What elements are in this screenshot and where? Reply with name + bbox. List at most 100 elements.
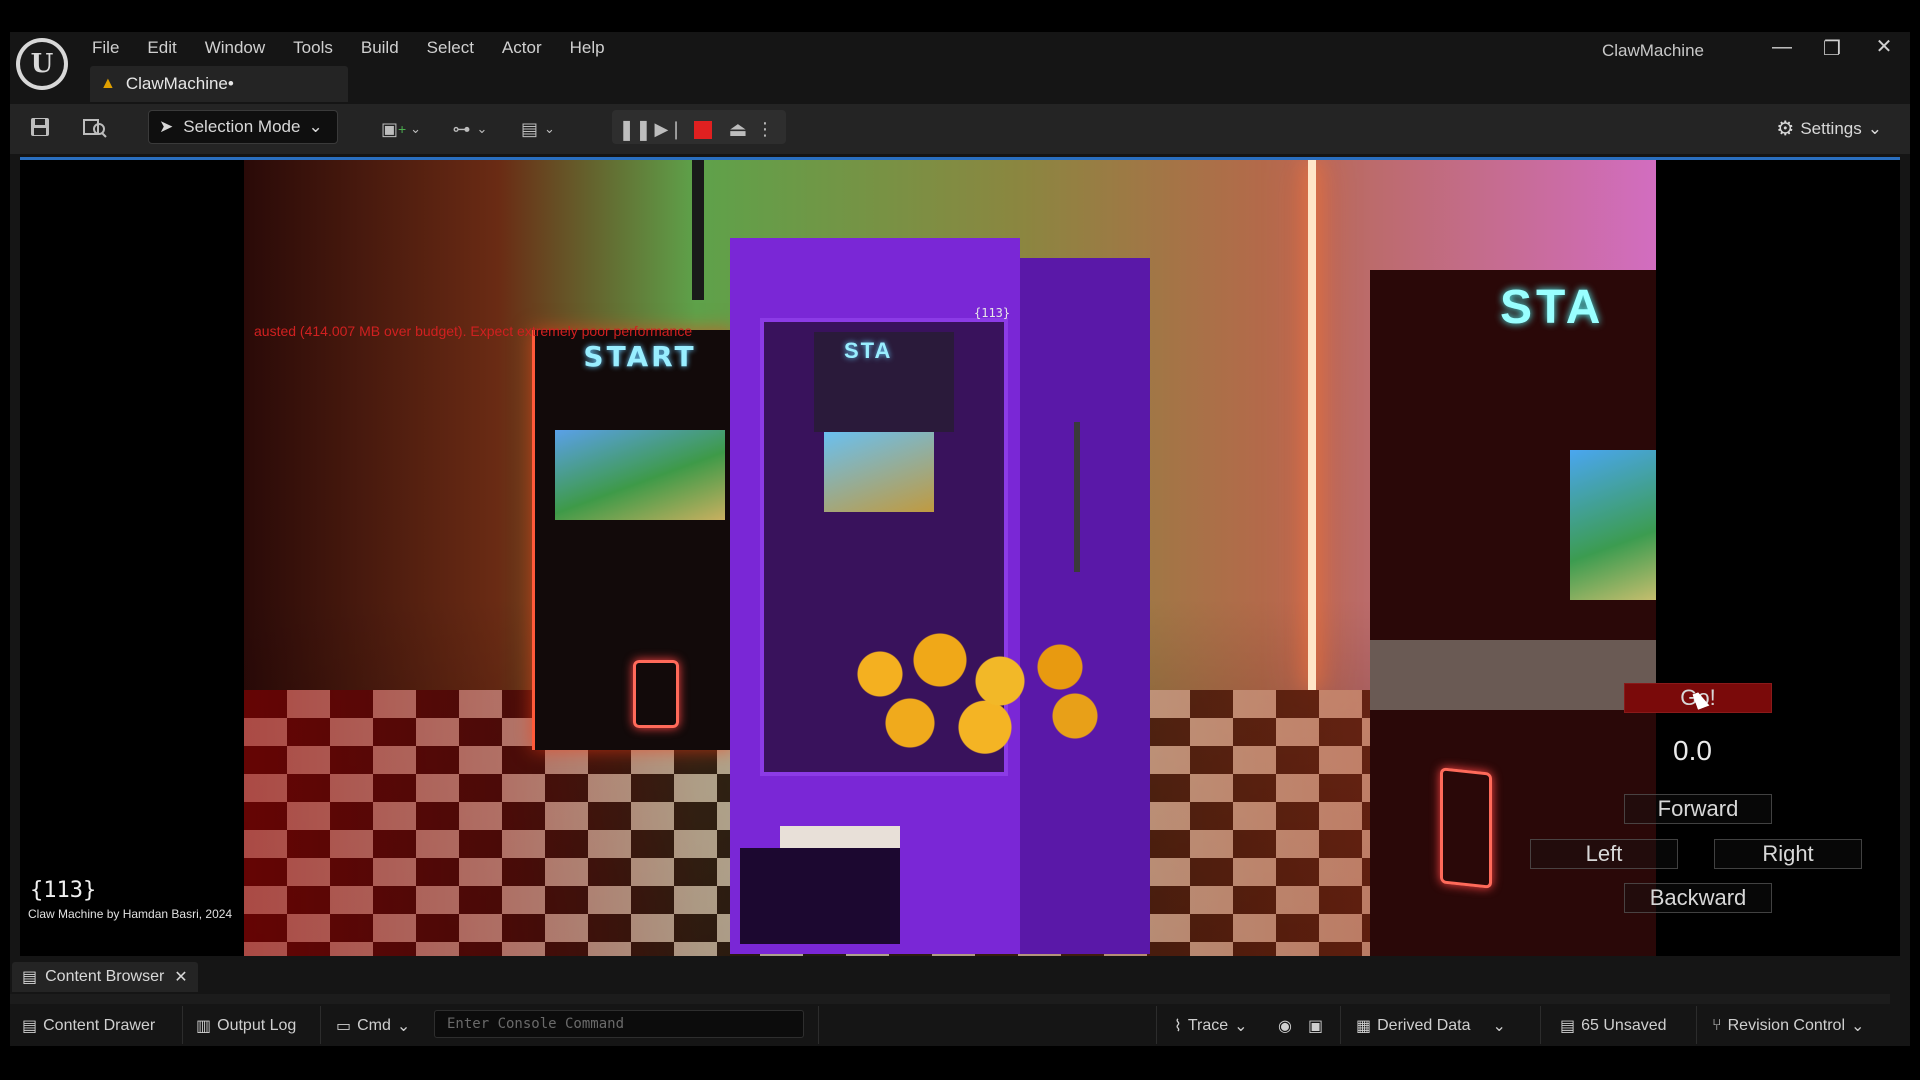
settings-label: Settings — [1800, 118, 1862, 138]
cinematics-icon[interactable]: ▤ ⌄ — [514, 114, 562, 144]
save-icon[interactable] — [26, 112, 54, 142]
coin-door-right — [1440, 767, 1492, 889]
arcade-screen — [555, 430, 725, 520]
chevron-down-icon: ⌄ — [308, 117, 323, 136]
content-browser-label: Content Browser — [45, 968, 165, 985]
chevron-down-icon: ⌄ — [1492, 1018, 1506, 1035]
close-button[interactable]: ✕ — [1864, 34, 1904, 59]
content-drawer-label: Content Drawer — [43, 1017, 156, 1034]
ceiling-pole — [692, 160, 704, 300]
selection-mode-dropdown[interactable]: ➤ Selection Mode ⌄ — [148, 110, 338, 144]
prize-balls — [820, 618, 1120, 758]
derived-data-dropdown[interactable]: ▦ Derived Data ⌄ — [1356, 1014, 1506, 1038]
more-options-icon[interactable]: ⋮ — [756, 114, 774, 144]
minimize-button[interactable]: — — [1762, 36, 1802, 59]
forward-button[interactable]: Forward — [1624, 794, 1772, 824]
menu-window[interactable]: Window — [191, 36, 279, 60]
studio-logo: {113} — [30, 878, 97, 903]
menu-file[interactable]: File — [78, 36, 133, 60]
restore-button[interactable]: ❐ — [1812, 36, 1852, 61]
backward-button[interactable]: Backward — [1624, 883, 1772, 913]
budget-warning-text: austed (414.007 MB over budget). Expect … — [254, 323, 693, 339]
claw-machine: STA {113} — [730, 238, 1150, 954]
background-arcade-screen — [824, 432, 934, 512]
pause-icon[interactable]: ❚❚ — [618, 114, 652, 144]
settings-button[interactable]: ⚙ Settings ⌄ — [1776, 116, 1882, 141]
unsaved-icon: ▤ — [1560, 1018, 1576, 1035]
unreal-logo-icon[interactable]: U — [16, 38, 68, 90]
separator — [182, 1006, 183, 1044]
menu-tools[interactable]: Tools — [279, 36, 347, 60]
credit-text: Claw Machine by Hamdan Basri, 2024 — [28, 907, 233, 921]
menu-select[interactable]: Select — [413, 36, 488, 60]
trace-icon: ⌇ — [1174, 1018, 1182, 1035]
claw-cable — [1074, 422, 1080, 572]
warning-icon: ▲ — [100, 75, 116, 92]
browse-icon[interactable] — [80, 112, 110, 142]
branch-icon: ⑂ — [1712, 1017, 1722, 1034]
drawer-icon: ▤ — [22, 1018, 38, 1035]
database-icon: ▦ — [1356, 1018, 1372, 1035]
step-forward-icon[interactable]: ▶❘ — [655, 114, 684, 144]
add-actor-icon[interactable]: ▣ + ⌄ — [378, 114, 424, 144]
content-browser-tab[interactable]: ▤ Content Browser ✕ — [12, 962, 198, 992]
record-icon[interactable]: ◉ — [1278, 1014, 1292, 1038]
background-arcade: STA — [814, 332, 954, 432]
output-log-button[interactable]: ▥ Output Log — [196, 1014, 296, 1038]
control-panel — [1370, 640, 1656, 710]
chevron-down-icon: ⌄ — [1234, 1018, 1248, 1035]
claw-sign: {113} — [974, 306, 1011, 320]
right-button[interactable]: Right — [1714, 839, 1862, 869]
panel-divider — [10, 994, 1890, 1004]
neon-light-strip — [1308, 160, 1316, 690]
separator — [1156, 1006, 1157, 1044]
terminal-icon: ▭ — [336, 1018, 352, 1035]
separator — [1340, 1006, 1341, 1044]
close-tab-icon[interactable]: ✕ — [174, 967, 187, 987]
chevron-down-icon: ⌄ — [1851, 1018, 1865, 1035]
cursor-mode-icon: ➤ — [159, 117, 174, 136]
trace-label: Trace — [1187, 1017, 1229, 1034]
blueprint-icon[interactable]: ⊶ ⌄ — [446, 114, 494, 144]
selection-mode-label: Selection Mode — [183, 117, 301, 136]
chevron-down-icon: ⌄ — [1867, 118, 1882, 138]
marquee-right: STA — [1500, 281, 1605, 334]
separator — [320, 1006, 321, 1044]
stop-icon[interactable] — [690, 115, 716, 145]
arcade-cabinet-left: START — [532, 330, 735, 750]
marquee-center: STA — [844, 338, 893, 363]
menu-build[interactable]: Build — [347, 36, 413, 60]
cmd-dropdown[interactable]: ▭ Cmd ⌄ — [336, 1014, 410, 1038]
menu-help[interactable]: Help — [556, 36, 619, 60]
unsaved-button[interactable]: ▤ 65 Unsaved — [1560, 1014, 1667, 1038]
log-icon: ▥ — [196, 1018, 212, 1035]
window-title: ClawMachine — [1601, 41, 1704, 60]
trace-dropdown[interactable]: ⌇ Trace ⌄ — [1174, 1014, 1248, 1038]
left-button[interactable]: Left — [1530, 839, 1678, 869]
document-tab-label: ClawMachine• — [125, 74, 234, 93]
claw-machine-side — [1020, 258, 1150, 954]
separator — [1540, 1006, 1541, 1044]
cmd-label: Cmd — [357, 1017, 391, 1034]
separator — [818, 1006, 819, 1044]
marquee-start: START — [583, 340, 697, 373]
output-log-label: Output Log — [217, 1017, 297, 1034]
menu-edit[interactable]: Edit — [133, 36, 190, 60]
menu-bar: File Edit Window Tools Build Select Acto… — [78, 36, 619, 60]
menu-actor[interactable]: Actor — [488, 36, 556, 60]
game-scene[interactable]: START STA {113} STA — [244, 160, 1656, 956]
document-tab[interactable]: ▲ ClawMachine• — [90, 66, 348, 102]
screenshot-icon[interactable]: ▣ — [1308, 1014, 1323, 1038]
separator — [1696, 1006, 1697, 1044]
derived-data-label: Derived Data — [1377, 1017, 1471, 1034]
unsaved-label: 65 Unsaved — [1581, 1017, 1667, 1034]
logo-letter: U — [20, 42, 64, 86]
coin-door — [633, 660, 679, 728]
content-drawer-button[interactable]: ▤ Content Drawer — [22, 1014, 155, 1038]
arcade-screen-right — [1570, 450, 1656, 600]
console-input[interactable]: Enter Console Command — [434, 1010, 804, 1038]
revision-control-dropdown[interactable]: ⑂ Revision Control ⌄ — [1712, 1014, 1864, 1038]
gear-icon: ⚙ — [1776, 118, 1795, 140]
eject-icon[interactable]: ⏏ — [724, 114, 752, 144]
timer-value: 0.0 — [1673, 735, 1712, 766]
